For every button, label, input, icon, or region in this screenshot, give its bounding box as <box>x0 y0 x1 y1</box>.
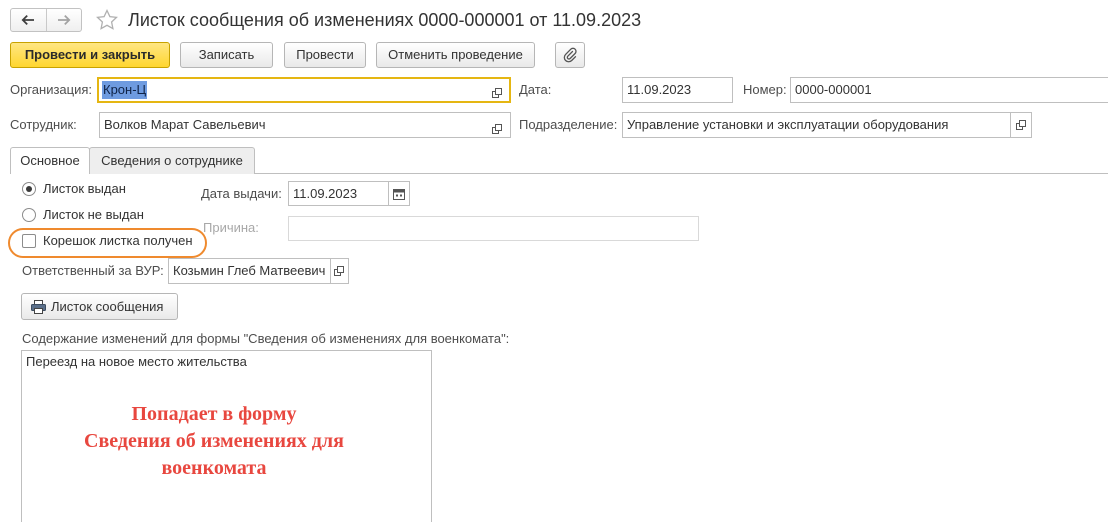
star-icon <box>96 8 118 30</box>
responsible-value: Козьмин Глеб Матвеевич <box>173 263 326 278</box>
employee-label: Сотрудник: <box>10 117 77 132</box>
department-label: Подразделение: <box>519 117 618 132</box>
stub-received-label[interactable]: Корешок листка получен <box>43 233 193 249</box>
changes-content-label: Содержание изменений для формы "Сведения… <box>22 331 510 346</box>
not-issued-radio[interactable] <box>22 208 36 222</box>
not-issued-radio-label[interactable]: Листок не выдан <box>43 207 144 223</box>
open-employee-button[interactable] <box>492 119 503 134</box>
arrow-left-icon <box>21 14 35 26</box>
tab-label: Сведения о сотруднике <box>101 153 243 168</box>
attach-file-button[interactable] <box>555 42 585 68</box>
arrow-right-icon <box>57 14 71 26</box>
open-organization-button[interactable] <box>492 84 503 98</box>
post-and-close-button[interactable]: Провести и закрыть <box>10 42 170 68</box>
issue-date-field[interactable]: 11.09.2023 <box>288 181 389 206</box>
forward-button[interactable] <box>45 9 82 31</box>
paperclip-icon <box>563 47 577 63</box>
department-field[interactable]: Управление установки и эксплуатации обор… <box>622 112 1011 138</box>
post-button[interactable]: Провести <box>284 42 366 68</box>
organization-value: Крон-Ц <box>102 81 148 99</box>
history-navigation <box>10 8 82 32</box>
organization-label: Организация: <box>10 82 93 97</box>
calendar-icon <box>393 188 405 200</box>
open-form-icon <box>492 88 502 98</box>
employee-value: Волков Марат Савельевич <box>104 117 266 132</box>
changes-content-value: Переезд на новое место жительства <box>26 354 247 369</box>
number-field[interactable]: 0000-000001 <box>790 77 1108 103</box>
printer-icon <box>31 300 46 314</box>
responsible-label: Ответственный за ВУР: <box>22 263 164 278</box>
tab-label: Основное <box>20 153 80 168</box>
date-field[interactable]: 11.09.2023 <box>622 77 733 103</box>
open-department-button[interactable] <box>1011 112 1032 138</box>
reason-field[interactable] <box>288 216 699 241</box>
print-notice-button[interactable]: Листок сообщения <box>21 293 178 320</box>
page-title: Листок сообщения об изменениях 0000-0000… <box>128 10 642 30</box>
date-label: Дата: <box>519 82 552 97</box>
issued-radio-label[interactable]: Листок выдан <box>43 181 126 197</box>
issue-date-value: 11.09.2023 <box>293 186 358 201</box>
stub-received-checkbox[interactable] <box>22 234 36 248</box>
unpost-button[interactable]: Отменить проведение <box>376 42 535 68</box>
back-button[interactable] <box>11 9 46 31</box>
calendar-button[interactable] <box>389 181 410 206</box>
issued-radio[interactable] <box>22 182 36 196</box>
organization-field[interactable]: Крон-Ц <box>97 77 511 103</box>
save-button[interactable]: Записать <box>180 42 273 68</box>
open-form-icon <box>1015 119 1026 130</box>
date-value: 11.09.2023 <box>627 82 692 97</box>
open-responsible-button[interactable] <box>331 258 349 284</box>
print-notice-label: Листок сообщения <box>51 299 164 314</box>
employee-field[interactable]: Волков Марат Савельевич <box>99 112 511 138</box>
reason-label: Причина: <box>203 220 259 235</box>
number-value: 0000-000001 <box>795 82 872 97</box>
favorite-button[interactable] <box>95 8 119 32</box>
department-value: Управление установки и эксплуатации обор… <box>627 117 949 132</box>
responsible-field[interactable]: Козьмин Глеб Матвеевич <box>168 258 331 284</box>
open-form-icon <box>492 124 502 134</box>
tab-main[interactable]: Основное <box>10 147 90 174</box>
issue-date-label: Дата выдачи: <box>201 186 282 201</box>
open-form-icon <box>334 265 344 276</box>
changes-content-textarea[interactable]: Переезд на новое место жительства <box>21 350 432 522</box>
tab-employee-info[interactable]: Сведения о сотруднике <box>89 147 255 174</box>
number-label: Номер: <box>743 82 787 97</box>
